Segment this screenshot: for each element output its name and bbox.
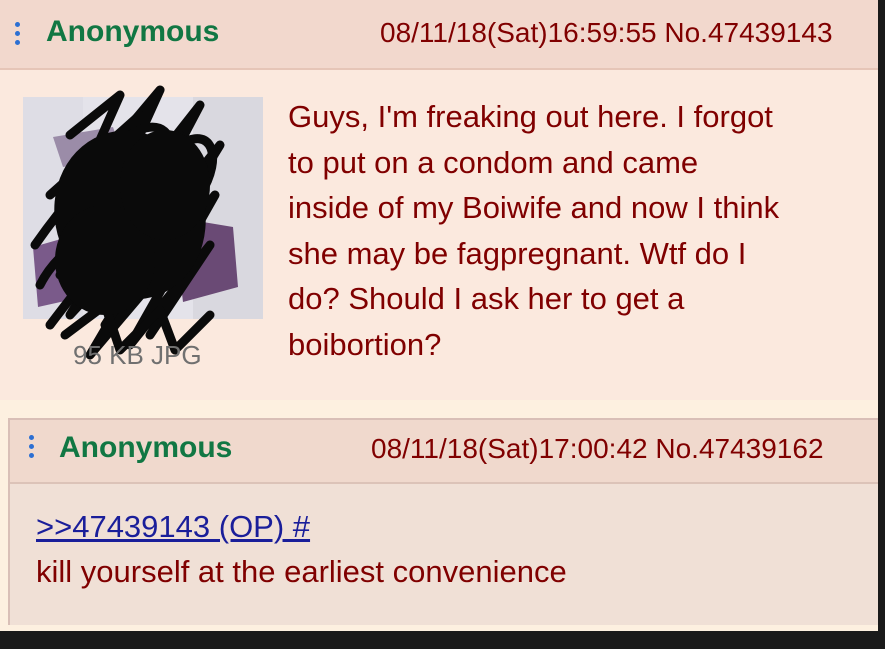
op-comment-line: Guys, I'm freaking out here. I forgot xyxy=(288,99,773,134)
reply-post-meta: 08/11/18(Sat)17:00:42 No.47439162 xyxy=(371,433,824,465)
reply-comment: kill yourself at the earliest convenienc… xyxy=(36,554,567,589)
quote-link[interactable]: >>47439143 (OP) # xyxy=(36,509,310,545)
op-post-meta: 08/11/18(Sat)16:59:55 No.47439143 xyxy=(380,17,833,49)
reply-poster-name: Anonymous xyxy=(59,431,233,464)
op-comment-line: boibortion? xyxy=(288,326,442,362)
op-comment-line: do? Should I ask her to get a xyxy=(288,281,685,316)
op-poster-name: Anonymous xyxy=(46,15,220,48)
reply-datetime: 08/11/18(Sat)17:00:42 xyxy=(371,433,648,464)
reply-post-number[interactable]: No.47439162 xyxy=(655,433,823,464)
op-image-thumbnail[interactable] xyxy=(23,97,263,319)
op-comment: Guys, I'm freaking out here. I forgot to… xyxy=(288,94,868,367)
op-comment-line: inside of my Boiwife and now I think xyxy=(288,190,780,225)
op-file-info: 95 KB JPG xyxy=(73,340,202,370)
post-menu-icon[interactable] xyxy=(15,22,21,49)
op-comment-line: to put on a condom and came xyxy=(288,144,699,180)
op-post-number[interactable]: No.47439143 xyxy=(664,17,832,48)
thread-page: Anonymous 08/11/18(Sat)16:59:55 No.47439… xyxy=(0,0,878,631)
op-datetime: 08/11/18(Sat)16:59:55 xyxy=(380,17,657,48)
reply-menu-icon[interactable] xyxy=(29,435,35,462)
op-comment-line: she may be fagpregnant. Wtf do I xyxy=(288,235,747,271)
